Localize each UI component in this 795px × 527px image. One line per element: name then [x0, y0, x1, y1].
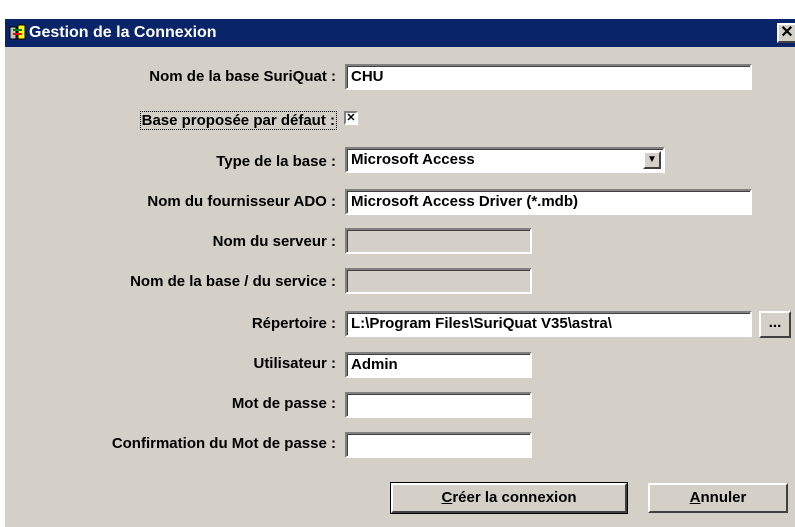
dialog-window: Gestion de la Connexion ✕ Nom de la base…	[5, 19, 795, 527]
base-service-label: Nom de la base / du service :	[130, 273, 336, 290]
confirmation-input[interactable]	[345, 432, 532, 458]
checkbox-check-icon: ✕	[346, 112, 356, 124]
serveur-label: Nom du serveur :	[212, 233, 336, 250]
base-service-input[interactable]	[345, 268, 532, 294]
repertoire-input[interactable]: L:\Program Files\SuriQuat V35\astra\	[345, 311, 752, 337]
nom-base-input[interactable]: CHU	[345, 64, 752, 90]
utilisateur-label: Utilisateur :	[253, 355, 336, 372]
repertoire-label: Répertoire :	[251, 315, 336, 332]
creer-label: réer la connexion	[452, 489, 577, 506]
base-defaut-checkbox[interactable]: ✕	[344, 111, 358, 125]
type-base-value: Microsoft Access	[351, 151, 475, 168]
type-base-label: Type de la base :	[216, 153, 336, 170]
utilisateur-input[interactable]: Admin	[345, 352, 532, 378]
creer-mnemonic: C	[441, 489, 453, 506]
annuler-mnemonic: A	[689, 489, 701, 506]
window-title: Gestion de la Connexion	[29, 24, 217, 41]
title-bar: Gestion de la Connexion ✕	[5, 19, 795, 47]
confirmation-label: Confirmation du Mot de passe :	[111, 435, 336, 452]
type-base-select[interactable]: Microsoft Access ▼	[345, 147, 665, 173]
fournisseur-label: Nom du fournisseur ADO :	[147, 193, 336, 210]
annuler-button[interactable]: Annuler	[648, 483, 788, 513]
mot-de-passe-input[interactable]	[345, 392, 532, 418]
chevron-down-icon[interactable]: ▼	[643, 151, 661, 169]
close-icon: ✕	[780, 24, 794, 41]
base-defaut-label[interactable]: Base proposée par défaut :	[139, 111, 338, 131]
connection-icon	[9, 24, 27, 42]
mot-de-passe-label: Mot de passe :	[231, 395, 336, 412]
annuler-label: nnuler	[700, 489, 747, 506]
creer-connexion-button[interactable]: Créer la connexion	[390, 482, 628, 514]
nom-base-label: Nom de la base SuriQuat :	[149, 68, 336, 85]
browse-button[interactable]: ...	[759, 311, 791, 338]
serveur-input[interactable]	[345, 228, 532, 254]
close-button[interactable]: ✕	[777, 23, 795, 43]
base-defaut-label-text: Base proposée par défaut :	[139, 111, 338, 130]
fournisseur-input[interactable]: Microsoft Access Driver (*.mdb)	[345, 189, 752, 215]
